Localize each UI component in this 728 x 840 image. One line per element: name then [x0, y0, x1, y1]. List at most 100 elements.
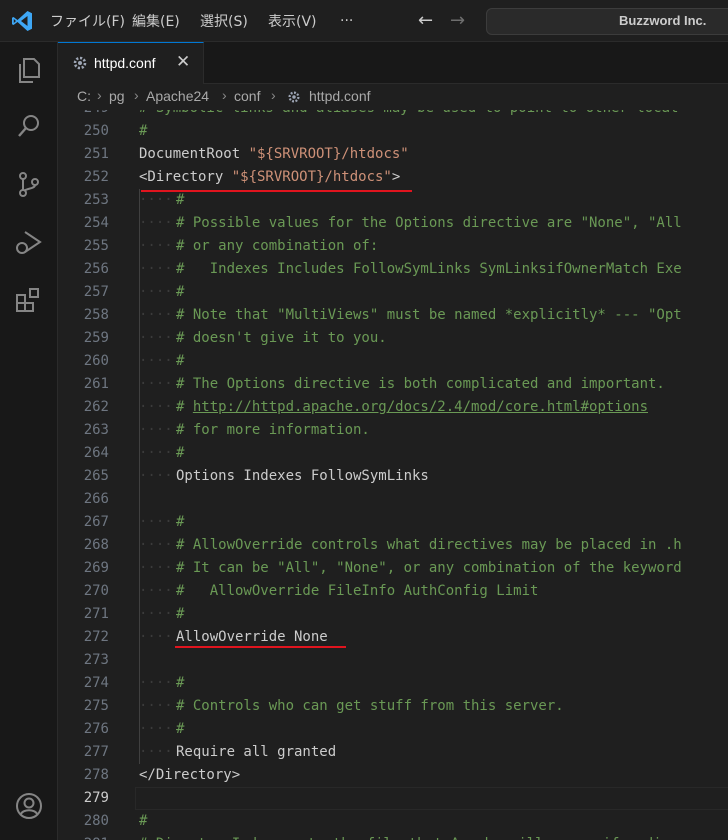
- code-text: # Possible values for the Options direct…: [176, 215, 682, 231]
- whitespace-dots: ····: [139, 514, 173, 530]
- line-number: 280: [83, 813, 109, 829]
- line-number: 269: [83, 560, 109, 576]
- code-line[interactable]: 280 #: [58, 810, 728, 833]
- run-debug-icon[interactable]: [13, 226, 45, 258]
- code-line[interactable]: 260 ···· #: [58, 350, 728, 373]
- code-line[interactable]: 267 ···· #: [58, 511, 728, 534]
- arrow-left-icon[interactable]: ←: [418, 10, 433, 31]
- breadcrumb-drive[interactable]: C:: [77, 88, 91, 104]
- line-number: 254: [83, 215, 109, 231]
- indent-guide: [139, 488, 140, 511]
- arrow-right-icon[interactable]: →: [450, 10, 465, 31]
- menu-file[interactable]: ファイル(F): [50, 0, 125, 42]
- code-line[interactable]: 274 ···· #: [58, 672, 728, 695]
- code-line[interactable]: 257 ···· #: [58, 281, 728, 304]
- code-text: # or any combination of:: [176, 238, 379, 254]
- menu-selection[interactable]: 選択(S): [200, 0, 248, 42]
- line-number: 281: [58, 833, 109, 840]
- command-center[interactable]: Buzzword Inc.: [486, 8, 728, 35]
- code-text: #: [176, 675, 185, 691]
- code-line[interactable]: 261 ···· # The Options directive is both c…: [58, 373, 728, 396]
- search-icon[interactable]: [13, 110, 45, 142]
- line-number: 252: [83, 169, 109, 185]
- line-number: 257: [83, 284, 109, 300]
- line-number: 267: [83, 514, 109, 530]
- breadcrumb-apache24[interactable]: Apache24: [146, 88, 209, 104]
- line-number: 261: [83, 376, 109, 392]
- line-number: 259: [83, 330, 109, 346]
- breadcrumb-file[interactable]: httpd.conf: [309, 88, 371, 104]
- code-line[interactable]: 249 # Symbolic links and aliases may be u…: [58, 110, 728, 120]
- tab-label: httpd.conf: [94, 55, 156, 71]
- code-line[interactable]: 259 ···· # doesn't give it to you.: [58, 327, 728, 350]
- indent-guide: [139, 649, 140, 672]
- code-link[interactable]: http://httpd.apache.org/docs/2.4/mod/cor…: [193, 399, 648, 415]
- breadcrumb-conf[interactable]: conf: [234, 88, 260, 104]
- line-number: 262: [83, 399, 109, 415]
- code-line[interactable]: 275 ···· # Controls who can get stuff from…: [58, 695, 728, 718]
- menu-more[interactable]: ···: [340, 0, 353, 42]
- code-text: # Symbolic links and aliases may be used…: [139, 110, 678, 120]
- code-text: Require all granted: [176, 744, 337, 760]
- tab-httpd-conf[interactable]: httpd.conf ✕: [58, 42, 204, 84]
- code-line[interactable]: 278 </Directory>: [58, 764, 728, 787]
- code-line[interactable]: 272 ···· AllowOverride None: [58, 626, 728, 649]
- code-line[interactable]: 271 ···· #: [58, 603, 728, 626]
- code-line[interactable]: 251 DocumentRoot "${SRVROOT}/htdocs": [58, 143, 728, 166]
- explorer-icon[interactable]: [13, 54, 45, 86]
- code-line[interactable]: 254 ···· # Possible values for the Options…: [58, 212, 728, 235]
- code-text: # http://httpd.apache.org/docs/2.4/mod/c…: [176, 399, 649, 415]
- code-editor[interactable]: 249 # Symbolic links and aliases may be u…: [58, 110, 728, 840]
- code-text: Options Indexes FollowSymLinks: [176, 468, 429, 484]
- source-control-icon[interactable]: [13, 168, 45, 200]
- code-line[interactable]: 279: [58, 787, 728, 810]
- whitespace-dots: ····: [139, 215, 173, 231]
- code-line[interactable]: 273: [58, 649, 728, 672]
- code-line[interactable]: 268 ···· # AllowOverride controls what dir…: [58, 534, 728, 557]
- menu-edit[interactable]: 編集(E): [132, 0, 180, 42]
- account-icon[interactable]: [13, 790, 45, 822]
- code-text: # for more information.: [176, 422, 370, 438]
- whitespace-dots: ····: [139, 675, 173, 691]
- breadcrumb-pg[interactable]: pg: [109, 88, 125, 104]
- code-line[interactable]: 255 ···· # or any combination of:: [58, 235, 728, 258]
- whitespace-dots: ····: [139, 537, 173, 553]
- whitespace-dots: ····: [139, 261, 173, 277]
- code-line[interactable]: 277 ···· Require all granted: [58, 741, 728, 764]
- code-line[interactable]: 263 ···· # for more information.: [58, 419, 728, 442]
- whitespace-dots: ····: [139, 606, 173, 622]
- code-text: #: [176, 284, 185, 300]
- code-line[interactable]: 250 #: [58, 120, 728, 143]
- code-line[interactable]: 276 ···· #: [58, 718, 728, 741]
- breadcrumb: C: › pg › Apache24 › conf › httpd.conf: [58, 84, 728, 110]
- code-line[interactable]: 252 <Directory "${SRVROOT}/htdocs">: [58, 166, 728, 189]
- whitespace-dots: ····: [139, 238, 173, 254]
- whitespace-dots: ····: [139, 698, 173, 714]
- line-number: 272: [83, 629, 109, 645]
- whitespace-dots: ····: [139, 560, 173, 576]
- extensions-icon[interactable]: [13, 284, 45, 316]
- command-center-label: Buzzword Inc.: [619, 13, 707, 28]
- code-line[interactable]: 269 ···· # It can be "All", "None", or any…: [58, 557, 728, 580]
- code-line[interactable]: 256 ···· # Indexes Includes FollowSymLinks…: [58, 258, 728, 281]
- code-line[interactable]: 266: [58, 488, 728, 511]
- code-line[interactable]: 253 ···· #: [58, 189, 728, 212]
- code-text: # AllowOverride FileInfo AuthConfig Limi…: [176, 583, 539, 599]
- whitespace-dots: ····: [139, 744, 173, 760]
- menu-view[interactable]: 表示(V): [268, 0, 317, 42]
- code-text: #: [176, 514, 185, 530]
- close-icon[interactable]: ✕: [176, 52, 190, 72]
- gear-icon: [288, 91, 300, 103]
- whitespace-dots: ····: [139, 192, 173, 208]
- line-number: 273: [83, 652, 109, 668]
- code-line[interactable]: 264 ···· #: [58, 442, 728, 465]
- code-line[interactable]: 262 ···· # http://httpd.apache.org/docs/2.…: [58, 396, 728, 419]
- code-line[interactable]: 281 # DirectoryIndex: sets the file that …: [58, 833, 728, 840]
- code-line[interactable]: 270 ···· # AllowOverride FileInfo AuthConf…: [58, 580, 728, 603]
- code-text: #: [176, 606, 185, 622]
- whitespace-dots: ····: [139, 721, 173, 737]
- code-line[interactable]: 258 ···· # Note that "MultiViews" must be …: [58, 304, 728, 327]
- line-number: 274: [83, 675, 109, 691]
- whitespace-dots: ····: [139, 422, 173, 438]
- code-line[interactable]: 265 ···· Options Indexes FollowSymLinks: [58, 465, 728, 488]
